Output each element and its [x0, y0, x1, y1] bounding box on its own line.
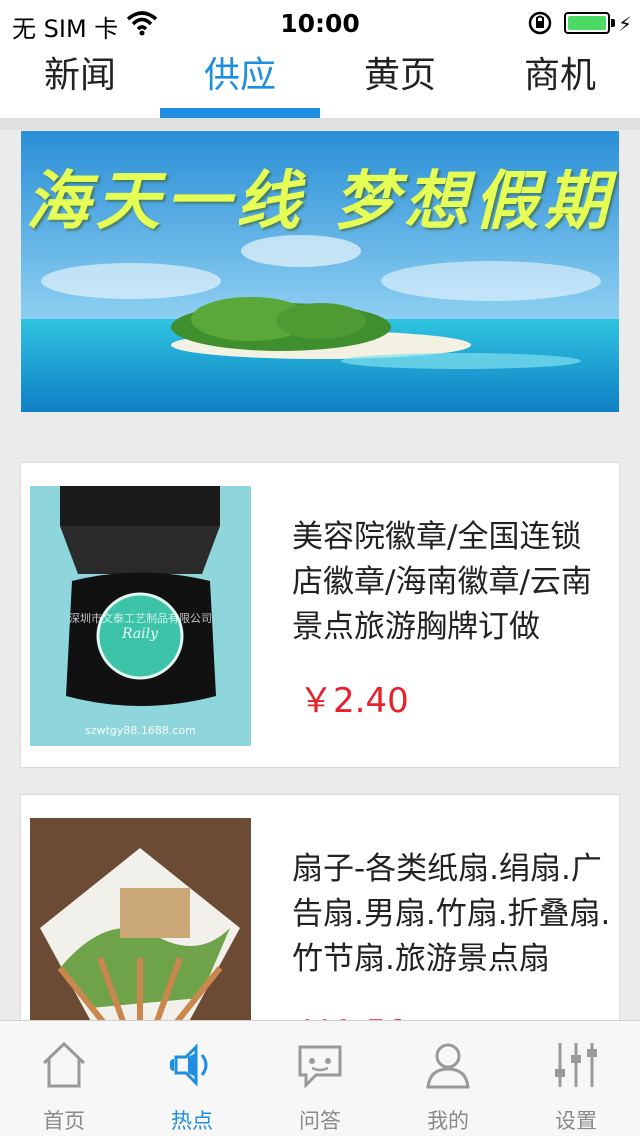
tab-label: 黄页	[363, 55, 436, 96]
user-icon	[426, 1043, 470, 1089]
bottom-tab-bar: 首页 热点 问答 我的 设置	[0, 1020, 640, 1136]
image-watermark: 深圳市文泰工艺制品有限公司	[69, 612, 212, 625]
tab-mine[interactable]: 我的	[384, 1021, 512, 1136]
tab-news[interactable]: 新闻	[0, 48, 160, 118]
home-icon	[42, 1041, 86, 1088]
tab-label: 我的	[427, 1109, 469, 1133]
settings-icon	[555, 1043, 597, 1087]
charging-icon: ⚡	[618, 12, 633, 36]
battery-icon	[564, 12, 610, 34]
product-price: ￥2.40	[299, 681, 409, 721]
product-title: 美容院徽章/全国连锁店徽章/海南徽章/云南景点旅游胸牌订做	[292, 519, 592, 645]
svg-text:Raily: Raily	[121, 626, 159, 642]
tab-opportunities[interactable]: 商机	[480, 48, 640, 118]
status-bar: 无 SIM 卡 10:00 ⚡	[0, 0, 640, 48]
tab-home[interactable]: 首页	[0, 1021, 128, 1136]
tab-hotspot[interactable]: 热点	[128, 1021, 256, 1136]
product-title: 扇子-各类纸扇.绢扇.广告扇.男扇.竹扇.折叠扇.竹节扇.旅游景点扇	[292, 851, 611, 977]
banner-title: 海天一线 梦想假期	[25, 164, 615, 239]
tab-label: 首页	[43, 1109, 85, 1133]
tab-label: 供应	[203, 55, 276, 96]
product-image: Raily 深圳市文泰工艺制品有限公司 szwtgy88.1688.com	[30, 486, 251, 746]
image-footer: szwtgy88.1688.com	[85, 724, 196, 737]
hotspot-icon	[170, 1043, 208, 1087]
tab-settings[interactable]: 设置	[512, 1021, 640, 1136]
tab-label: 新闻	[43, 55, 116, 96]
chat-icon	[298, 1045, 342, 1089]
tab-yellow-pages[interactable]: 黄页	[320, 48, 480, 118]
nav-divider	[0, 118, 640, 130]
tab-supply[interactable]: 供应	[160, 48, 320, 120]
product-card[interactable]: Raily 深圳市文泰工艺制品有限公司 szwtgy88.1688.com 美容…	[20, 462, 620, 768]
rotation-lock-icon	[528, 11, 552, 35]
tab-label: 设置	[555, 1109, 597, 1133]
top-tab-bar: 新闻 供应 黄页 商机	[0, 48, 640, 120]
battery-tip	[611, 19, 615, 27]
tab-label: 商机	[523, 55, 596, 96]
tab-label: 热点	[171, 1109, 213, 1133]
tab-qa[interactable]: 问答	[256, 1021, 384, 1136]
tab-label: 问答	[299, 1109, 341, 1133]
